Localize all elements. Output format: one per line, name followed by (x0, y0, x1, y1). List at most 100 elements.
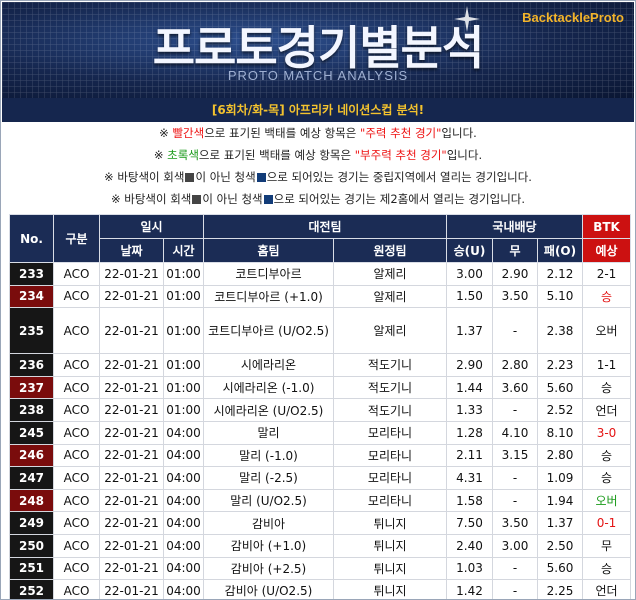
btk-prediction: 2-1 (582, 262, 632, 286)
away-team: 적도기니 (333, 375, 447, 400)
odds-win: 2.90 (446, 353, 493, 377)
match-number: 252 (9, 579, 54, 599)
note-main-pick: ※ 빨간색으로 표기된 백태를 예상 항목은 "주력 추천 경기"입니다. (2, 122, 634, 144)
match-time: 04:00 (163, 579, 204, 599)
away-team: 튀니지 (333, 533, 447, 558)
match-number: 251 (9, 556, 54, 581)
away-team: 튀니지 (333, 579, 447, 599)
home-team: 말리 (U/O2.5) (203, 488, 334, 513)
note-text: 이 아닌 청색 (202, 192, 263, 206)
category: ACO (53, 375, 100, 400)
match-number: 247 (9, 466, 54, 490)
match-date: 22-01-21 (99, 579, 164, 599)
note-text: 으로 되어있는 경기는 중립지역에서 열리는 경기입니다. (266, 170, 532, 184)
table-row: 236 ACO 22-01-21 01:00 시에라리온 적도기니 2.90 2.80 2.23… (9, 353, 632, 377)
table-row: 251 ACO 22-01-21 04:00 감비아 (+2.5) 튀니지 1.03-5.6… (9, 556, 632, 581)
category: ACO (53, 466, 100, 490)
odds-lose: 5.10 (536, 284, 584, 309)
header-prediction: 예상 (582, 238, 632, 263)
odds-lose: 2.50 (536, 533, 584, 558)
note-text: ※ 바탕색이 회색 (104, 170, 185, 184)
header-home: 홈팀 (203, 238, 334, 263)
odds-win: 1.37 (446, 307, 493, 355)
page: 프로토경기별분석 PROTO MATCH ANALYSIS Backtackle… (0, 0, 636, 600)
away-team: 알제리 (333, 262, 447, 286)
away-team: 알제리 (333, 307, 447, 355)
odds-lose: 5.60 (536, 556, 584, 581)
odds-win: 1.03 (446, 556, 493, 581)
odds-lose: 2.38 (536, 307, 584, 355)
match-date: 22-01-21 (99, 284, 164, 309)
odds-lose: 8.10 (536, 420, 584, 445)
odds-lose: 5.60 (536, 375, 584, 400)
odds-draw: 3.15 (492, 443, 538, 468)
header-win: 승(U) (446, 238, 493, 263)
match-date: 22-01-21 (99, 307, 164, 355)
odds-lose: 1.94 (536, 488, 584, 513)
odds-draw: 2.80 (492, 353, 538, 377)
header-banner: 프로토경기별분석 PROTO MATCH ANALYSIS Backtackle… (2, 2, 634, 98)
odds-win: 3.00 (446, 262, 493, 286)
header-date: 날짜 (99, 238, 164, 263)
match-time: 01:00 (163, 353, 204, 377)
away-team: 튀니지 (333, 511, 447, 535)
table-row: 237 ACO 22-01-21 01:00 시에라리온 (-1.0) 적도기니 1.44 3… (9, 375, 632, 400)
legend-notes: ※ 빨간색으로 표기된 백태를 예상 항목은 "주력 추천 경기"입니다. ※ … (2, 122, 634, 214)
btk-prediction: 승 (582, 556, 632, 581)
table-row: 235 ACO 22-01-21 01:00 코트디부아르 (U/O2.5) 알제리 1.3… (9, 307, 632, 355)
note-color-word: 빨간색 (172, 126, 205, 140)
btk-prediction: 승 (582, 466, 632, 490)
match-date: 22-01-21 (99, 262, 164, 286)
odds-lose: 2.23 (536, 353, 584, 377)
category: ACO (53, 488, 100, 513)
away-team: 모리타니 (333, 443, 447, 468)
note-text: 으로 표기된 백태를 예상 항목은 (204, 126, 361, 140)
note-second-home: ※ 바탕색이 회색 이 아닌 청색 으로 되어있는 경기는 제2홈에서 열리는 경기… (2, 188, 634, 210)
btk-prediction: 승 (582, 284, 632, 309)
match-time: 01:00 (163, 262, 204, 286)
category: ACO (53, 443, 100, 468)
match-number: 236 (9, 353, 54, 377)
away-team: 모리타니 (333, 488, 447, 513)
match-date: 22-01-21 (99, 353, 164, 377)
odds-draw: - (492, 556, 538, 581)
btk-prediction: 오버 (582, 307, 632, 355)
table-row: 247 ACO 22-01-21 04:00 말리 (-2.5) 모리타니 4.31-1.0… (9, 466, 632, 490)
note-text: ※ (159, 126, 173, 140)
odds-win: 2.40 (446, 533, 493, 558)
match-time: 01:00 (163, 307, 204, 355)
odds-win: 7.50 (446, 511, 493, 535)
odds-draw: - (492, 466, 538, 490)
match-number: 238 (9, 398, 54, 422)
home-team: 말리 (-1.0) (203, 443, 334, 468)
match-number: 237 (9, 375, 54, 400)
away-team: 튀니지 (333, 556, 447, 581)
category: ACO (53, 511, 100, 535)
match-number: 250 (9, 533, 54, 558)
category: ACO (53, 307, 100, 355)
btk-prediction: 오버 (582, 488, 632, 513)
match-date: 22-01-21 (99, 443, 164, 468)
match-date: 22-01-21 (99, 466, 164, 490)
match-time: 04:00 (163, 443, 204, 468)
blue-square-icon (256, 173, 266, 182)
odds-win: 4.31 (446, 466, 493, 490)
category: ACO (53, 284, 100, 309)
btk-prediction: 언더 (582, 579, 632, 599)
match-time: 01:00 (163, 375, 204, 400)
match-date: 22-01-21 (99, 420, 164, 445)
round-title: [6회차/화-목] 아프리카 네이션스컵 분석! (2, 98, 634, 122)
category: ACO (53, 533, 100, 558)
note-text: 입니다. (441, 126, 477, 140)
match-time: 01:00 (163, 284, 204, 309)
match-number: 245 (9, 420, 54, 445)
match-date: 22-01-21 (99, 398, 164, 422)
away-team: 모리타니 (333, 420, 447, 445)
odds-win: 1.58 (446, 488, 493, 513)
note-sub-pick: ※ 초록색으로 표기된 백태를 예상 항목은 "부주력 추천 경기"입니다. (2, 144, 634, 166)
match-number: 235 (9, 307, 54, 355)
category: ACO (53, 262, 100, 286)
note-text: 으로 되어있는 경기는 제2홈에서 열리는 경기입니다. (273, 192, 526, 206)
home-team: 코트디부아르 (+1.0) (203, 284, 334, 309)
header-odds: 국내배당 (445, 214, 584, 239)
